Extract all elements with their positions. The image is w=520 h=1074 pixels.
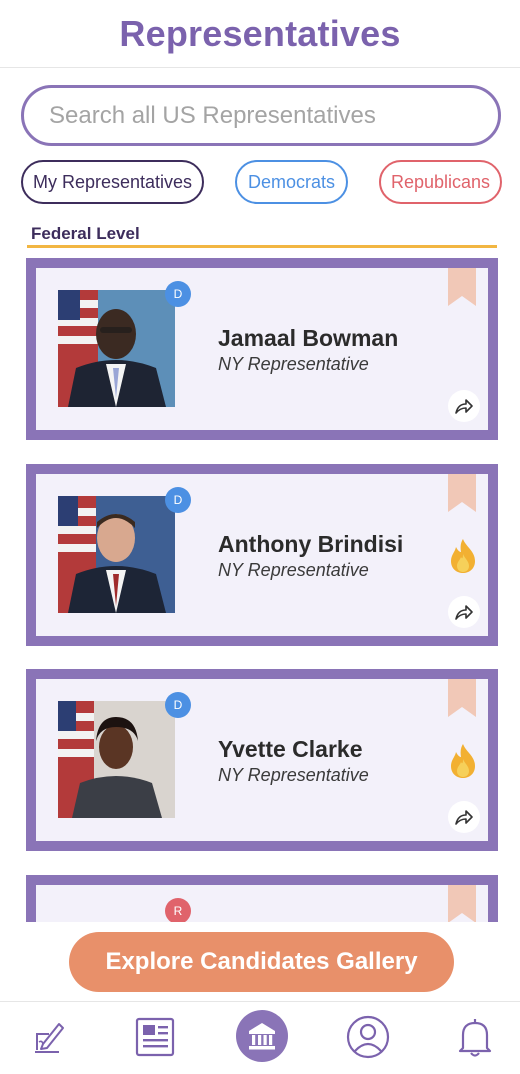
representative-role: NY Representative xyxy=(218,765,369,785)
party-badge: D xyxy=(165,281,191,307)
representative-card[interactable]: R xyxy=(26,875,498,922)
bell-icon xyxy=(458,1019,492,1057)
search-input[interactable] xyxy=(49,101,498,130)
search-bar[interactable] xyxy=(21,85,501,146)
newspaper-icon xyxy=(135,1017,175,1057)
filter-democrats[interactable]: Democrats xyxy=(235,160,348,204)
bookmark-icon[interactable] xyxy=(448,885,476,922)
bookmark-icon[interactable] xyxy=(448,474,476,512)
bookmark-icon[interactable] xyxy=(448,679,476,717)
party-badge: R xyxy=(165,898,191,922)
page-title: Representatives xyxy=(119,12,401,54)
party-badge: D xyxy=(165,692,191,718)
tab-notifications[interactable] xyxy=(450,1012,500,1062)
representative-photo xyxy=(58,290,175,407)
share-icon xyxy=(455,810,473,825)
representative-photo xyxy=(58,701,175,818)
compose-icon xyxy=(35,1023,64,1053)
bookmark-icon[interactable] xyxy=(448,268,476,306)
representative-name[interactable]: Jamaal Bowman xyxy=(218,325,398,352)
share-button[interactable] xyxy=(448,596,480,628)
party-badge: D xyxy=(165,487,191,513)
tab-profile[interactable] xyxy=(343,1012,393,1062)
tab-representatives[interactable] xyxy=(236,1010,288,1062)
representative-card[interactable]: D Anthony Brindisi NY Representative xyxy=(26,464,498,646)
representative-name[interactable]: Yvette Clarke xyxy=(218,736,362,763)
explore-candidates-button[interactable]: Explore Candidates Gallery xyxy=(69,932,454,992)
filter-chips: My Representatives Democrats Republicans xyxy=(0,160,520,205)
share-button[interactable] xyxy=(448,390,480,422)
representative-role: NY Representative xyxy=(218,560,369,580)
flame-icon xyxy=(451,539,475,573)
representative-list[interactable]: D Jamaal Bowman NY Representative D Anth… xyxy=(0,258,520,922)
share-icon xyxy=(455,399,473,414)
representative-card[interactable]: D Yvette Clarke NY Representative xyxy=(26,669,498,851)
tab-compose[interactable] xyxy=(23,1012,73,1062)
section-divider xyxy=(27,245,497,248)
representative-photo xyxy=(58,496,175,613)
filter-my-representatives[interactable]: My Representatives xyxy=(21,160,204,204)
representative-card[interactable]: D Jamaal Bowman NY Representative xyxy=(26,258,498,440)
app-header: Representatives xyxy=(0,0,520,68)
share-button[interactable] xyxy=(448,801,480,833)
filter-republicans[interactable]: Republicans xyxy=(379,160,502,204)
flame-icon xyxy=(451,744,475,778)
bottom-tab-bar xyxy=(0,1001,520,1074)
representative-role: NY Representative xyxy=(218,354,369,374)
representative-name[interactable]: Anthony Brindisi xyxy=(218,531,403,558)
section-label: Federal Level xyxy=(31,224,140,243)
share-icon xyxy=(455,605,473,620)
tab-news[interactable] xyxy=(130,1012,180,1062)
profile-icon xyxy=(346,1015,390,1059)
capitol-icon xyxy=(249,1023,275,1050)
